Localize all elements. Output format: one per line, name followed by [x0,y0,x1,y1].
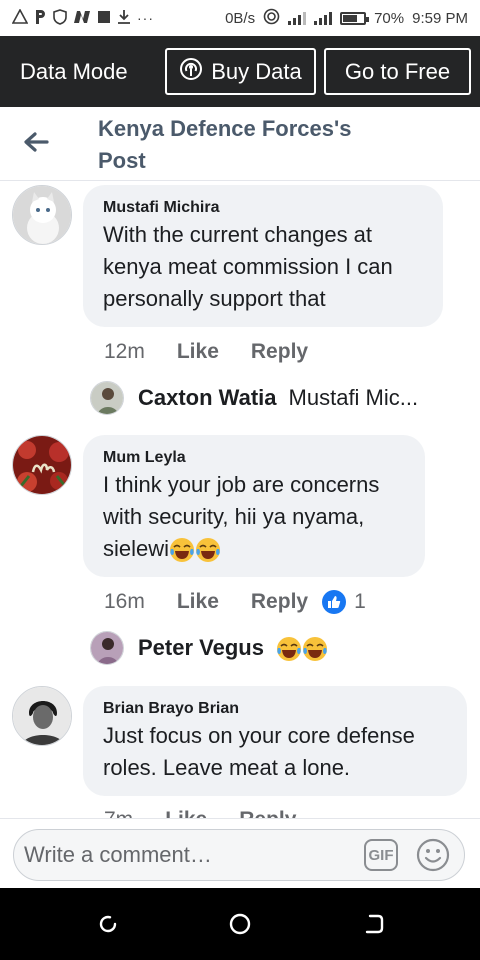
reply-author: Peter Vegus [138,635,264,660]
data-mode-bar: Data Mode Buy Data Go to Free [0,36,480,107]
buy-data-label: Buy Data [211,58,302,84]
vpn-shield-icon [53,8,67,28]
reply-avatar [90,631,124,665]
reply-author: Caxton Watia [138,385,277,410]
battery-icon [340,11,370,25]
reply-button[interactable]: Reply [251,590,308,614]
laughing-emoji-icon [195,536,221,563]
more-icon: ··· [137,10,154,26]
comment-actions: 12m Like Reply [104,340,308,364]
comment-time: 16m [104,590,145,613]
data-mode-label: Data Mode [20,58,128,84]
comments-list: Mustafi Michira With the current changes… [0,181,480,818]
laughing-emoji-icon [169,536,195,563]
comment-input[interactable] [24,836,354,874]
warning-icon [11,8,29,27]
like-button[interactable]: Like [177,340,219,364]
clock: 9:59 PM [412,9,468,27]
signal-icon [288,11,307,25]
reply-preview[interactable]: Caxton Watia Mustafi Mic... [90,381,418,415]
go-to-free-label: Go to Free [344,58,451,84]
laughing-emoji-icon [302,634,328,661]
comment-text-content: I think your job are concerns with secur… [103,472,380,561]
post-header: Kenya Defence Forces's Post [0,107,480,181]
comment-composer: GIF [0,818,480,888]
comment-text: I think your job are concerns with secur… [103,469,405,565]
like-button[interactable]: Like [177,590,219,614]
gif-button[interactable]: GIF [364,839,398,871]
comment-input-box: GIF [13,829,465,881]
like-button[interactable]: Like [165,808,207,818]
thumbs-up-icon [322,590,347,614]
reply-button[interactable]: Reply [251,340,308,364]
comment-actions: 7m Like Reply [104,808,296,818]
comment-bubble: Mustafi Michira With the current changes… [83,185,443,327]
back-nav-icon[interactable] [360,910,388,938]
recents-icon[interactable] [94,910,122,938]
avatar[interactable] [12,686,72,746]
comment-bubble: Mum Leyla I think your job are concerns … [83,435,425,577]
broadcast-icon [179,57,203,87]
buy-data-button[interactable]: Buy Data [165,48,316,95]
reply-preview[interactable]: Peter Vegus [90,631,328,665]
comment-text: Just focus on your core defense roles. L… [103,723,415,780]
comment-author[interactable]: Brian Brayo Brian [103,698,447,720]
back-arrow-icon[interactable] [20,126,52,158]
avatar[interactable] [12,185,72,245]
system-nav-bar [0,888,480,960]
comment-author[interactable]: Mum Leyla [103,447,405,469]
n-icon [73,10,91,27]
emoji-icon[interactable] [416,838,450,872]
p-icon [34,9,47,28]
laughing-emoji-icon [276,634,302,661]
comment-actions: 16m Like Reply 1 [104,590,366,614]
download-icon [117,9,131,28]
reaction-summary[interactable]: 1 [322,590,366,614]
comment-bubble: Brian Brayo Brian Just focus on your cor… [83,686,467,796]
battery-percent: 70% [374,9,405,27]
comment-text: With the current changes at kenya meat c… [103,222,393,311]
home-icon[interactable] [226,910,254,938]
page-title: Kenya Defence Forces's Post [98,116,352,173]
reply-text [276,634,328,661]
signal-2-icon [314,11,333,25]
go-to-free-button[interactable]: Go to Free [324,48,471,95]
avatar[interactable] [12,435,72,495]
comment-time: 7m [104,808,133,818]
data-speed: 0B/s [225,9,256,27]
system-status: 0B/s 70% 9:59 PM [225,8,468,29]
comment-time: 12m [104,340,145,363]
hotspot-icon [263,8,280,29]
reaction-count: 1 [354,590,366,613]
square-icon [97,10,111,27]
status-bar: ··· 0B/s 70% 9:59 PM [0,0,480,36]
comment-author[interactable]: Mustafi Michira [103,197,423,219]
notification-icons: ··· [11,8,154,28]
reply-avatar [90,381,124,415]
reply-button[interactable]: Reply [239,808,296,818]
reply-text: Mustafi Mic... [288,385,419,410]
